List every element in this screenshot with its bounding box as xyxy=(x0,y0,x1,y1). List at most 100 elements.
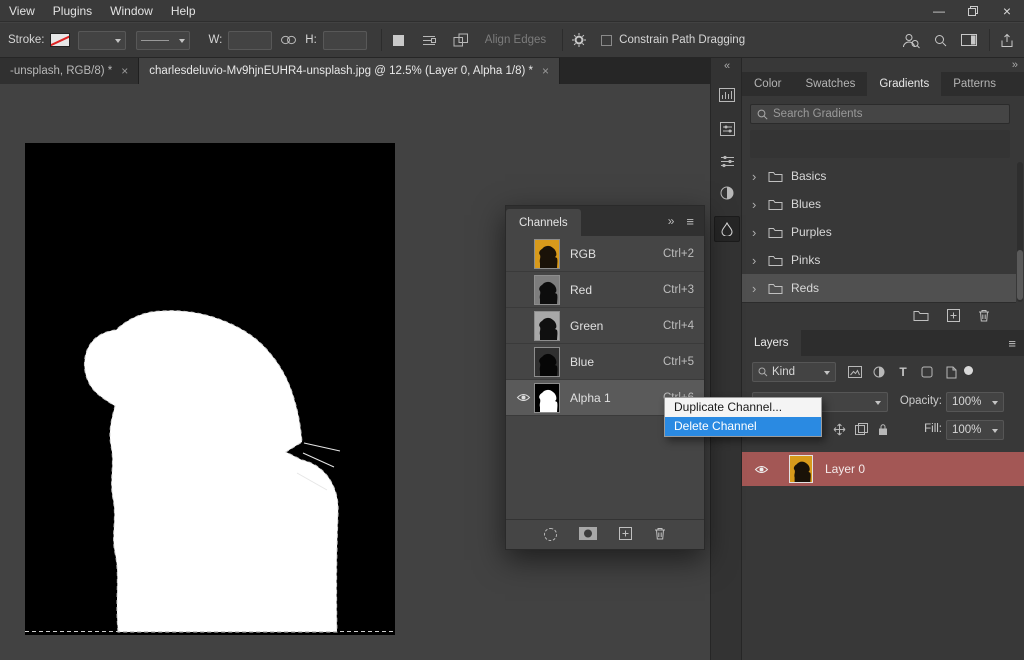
expand-panels-icon[interactable]: « xyxy=(711,60,743,72)
channel-row-green[interactable]: Green Ctrl+4 xyxy=(506,308,704,344)
restore-button[interactable] xyxy=(956,0,990,22)
minimize-button[interactable]: — xyxy=(922,0,956,22)
gradient-search-box[interactable] xyxy=(750,104,1010,124)
lock-artboard-icon[interactable] xyxy=(852,422,870,436)
new-channel-icon[interactable] xyxy=(619,527,632,543)
gear-icon[interactable] xyxy=(571,32,587,48)
gradient-search-input[interactable] xyxy=(773,108,1003,120)
layer-visibility-eye-icon[interactable] xyxy=(754,464,769,475)
new-gradient-icon[interactable] xyxy=(947,309,960,325)
width-field[interactable] xyxy=(228,31,272,50)
gradients-scrollbar[interactable] xyxy=(1017,162,1023,302)
save-selection-as-channel-icon[interactable] xyxy=(579,527,597,543)
chevron-right-icon: › xyxy=(752,253,760,268)
close-tab-icon[interactable]: × xyxy=(542,64,549,78)
channel-name: Red xyxy=(570,283,592,297)
channels-panel-icon[interactable] xyxy=(714,216,740,242)
filter-shape-layers-icon[interactable] xyxy=(918,364,936,380)
opacity-field[interactable]: 100% xyxy=(946,392,1004,412)
tab-channels[interactable]: Channels xyxy=(506,209,581,236)
layer-filter-kind-dropdown[interactable]: Kind xyxy=(752,362,836,382)
document-tab-inactive[interactable]: -unsplash, RGB/8) * × xyxy=(0,58,139,84)
path-arrangement-button[interactable] xyxy=(453,33,469,47)
channel-row-blue[interactable]: Blue Ctrl+5 xyxy=(506,344,704,380)
stroke-width-field[interactable] xyxy=(78,31,126,50)
divider xyxy=(562,29,563,51)
link-dimensions-icon[interactable] xyxy=(280,35,297,45)
fill-value: 100% xyxy=(952,424,981,436)
tone-curve-panel-icon[interactable] xyxy=(714,180,740,206)
menu-view[interactable]: View xyxy=(0,4,44,18)
gradient-group-reds[interactable]: › Reds xyxy=(742,274,1016,302)
context-menu-item-duplicate-channel[interactable]: Duplicate Channel... xyxy=(665,398,821,417)
search-icon xyxy=(758,367,768,377)
discover-search-icon[interactable] xyxy=(901,32,920,49)
visibility-eye-icon[interactable] xyxy=(512,392,534,403)
channels-panel: Channels » ≡ RGB Ctrl+2 Red Ctrl+3 xyxy=(505,205,705,550)
tab-patterns[interactable]: Patterns xyxy=(941,72,1008,96)
chevron-down-icon xyxy=(992,401,998,408)
channels-bottom-bar xyxy=(506,519,704,549)
menu-help[interactable]: Help xyxy=(162,4,205,18)
channel-shortcut: Ctrl+4 xyxy=(663,320,694,332)
channels-panel-header[interactable]: Channels » ≡ xyxy=(506,206,704,236)
channel-thumbnail xyxy=(534,239,560,269)
gradient-group-blues[interactable]: › Blues xyxy=(742,190,1016,218)
properties-panel-icon[interactable] xyxy=(714,116,740,142)
path-operations-button[interactable] xyxy=(392,34,405,47)
close-tab-icon[interactable]: × xyxy=(121,64,128,78)
path-alignment-button[interactable] xyxy=(421,34,437,47)
tab-gradients[interactable]: Gradients xyxy=(867,72,941,96)
share-icon[interactable] xyxy=(1000,33,1014,48)
tab-color[interactable]: Color xyxy=(742,72,793,96)
new-group-folder-icon[interactable] xyxy=(913,309,929,324)
menu-plugins[interactable]: Plugins xyxy=(44,4,101,18)
delete-channel-icon[interactable] xyxy=(654,527,666,543)
constrain-path-label: Constrain Path Dragging xyxy=(619,34,745,46)
channel-thumbnail xyxy=(534,311,560,341)
adjustments-panel-icon[interactable] xyxy=(714,148,740,174)
filter-pixel-layers-icon[interactable] xyxy=(846,364,864,380)
gradient-group-pinks[interactable]: › Pinks xyxy=(742,246,1016,274)
layer-row-layer0[interactable]: Layer 0 xyxy=(742,452,1024,486)
layer-thumbnail[interactable] xyxy=(789,455,813,483)
stroke-label: Stroke: xyxy=(8,34,44,46)
gradient-group-purples[interactable]: › Purples xyxy=(742,218,1016,246)
menu-window[interactable]: Window xyxy=(101,4,162,18)
constrain-path-checkbox[interactable] xyxy=(601,35,612,46)
close-button[interactable]: × xyxy=(990,0,1024,22)
load-selection-icon[interactable] xyxy=(544,528,557,541)
lock-position-icon[interactable] xyxy=(830,422,848,436)
collapse-panels-icon[interactable]: » xyxy=(1012,59,1018,71)
delete-gradient-icon[interactable] xyxy=(978,309,990,325)
tab-layers[interactable]: Layers xyxy=(742,330,801,356)
layers-panel-menu-icon[interactable]: ≡ xyxy=(1000,330,1024,356)
stroke-color-swatch[interactable] xyxy=(50,33,70,47)
tab-swatches[interactable]: Swatches xyxy=(793,72,867,96)
channel-row-red[interactable]: Red Ctrl+3 xyxy=(506,272,704,308)
gradient-group-label: Pinks xyxy=(791,253,820,267)
scrollbar-thumb[interactable] xyxy=(1017,250,1023,300)
histogram-panel-icon[interactable] xyxy=(714,82,740,108)
channel-row-rgb[interactable]: RGB Ctrl+2 xyxy=(506,236,704,272)
stroke-type-dropdown[interactable] xyxy=(136,31,190,50)
height-field[interactable] xyxy=(323,31,367,50)
workspace-switcher-icon[interactable] xyxy=(961,34,977,46)
fill-field[interactable]: 100% xyxy=(946,420,1004,440)
width-label: W: xyxy=(208,34,222,46)
gradient-group-basics[interactable]: › Basics xyxy=(742,162,1016,190)
filter-smart-object-icon[interactable] xyxy=(942,364,960,380)
collapsed-panel-dock: « xyxy=(710,58,742,660)
layer-name: Layer 0 xyxy=(825,462,865,476)
chevron-down-icon xyxy=(992,429,998,436)
filter-type-layers-icon[interactable]: T xyxy=(894,364,912,380)
context-menu-item-delete-channel[interactable]: Delete Channel xyxy=(665,417,821,436)
search-icon[interactable] xyxy=(934,34,947,47)
document-tab-active[interactable]: charlesdeluvio-Mv9hjnEUHR4-unsplash.jpg … xyxy=(139,58,560,84)
filter-toggle-icon[interactable] xyxy=(964,366,973,375)
document-canvas[interactable] xyxy=(25,143,395,635)
collapse-panel-icon[interactable]: » xyxy=(668,214,675,228)
filter-adjustment-layers-icon[interactable] xyxy=(870,364,888,380)
document-tab-label: charlesdeluvio-Mv9hjnEUHR4-unsplash.jpg … xyxy=(149,65,533,77)
channels-panel-menu-icon[interactable]: ≡ xyxy=(686,214,694,229)
